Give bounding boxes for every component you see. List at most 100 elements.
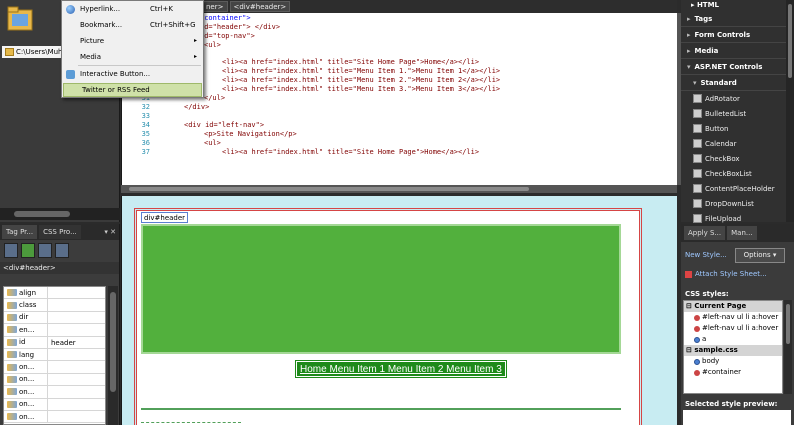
toolbox-item-bulletedlist[interactable]: BulletedList (681, 106, 794, 121)
stylesheet-icon (685, 270, 692, 278)
toolbox-category-media[interactable]: ▸ Media (681, 43, 794, 59)
style-item[interactable]: a (684, 334, 782, 345)
attribute-row[interactable]: on... (4, 386, 105, 399)
hyperlink-icon (66, 5, 75, 14)
breadcrumb-container[interactable]: ner> (202, 1, 228, 12)
attribute-icon (7, 351, 17, 359)
tab-css-properties[interactable]: CSS Pro... (39, 225, 81, 239)
code-line: <ul> (204, 41, 221, 49)
attribute-row[interactable]: on... (4, 410, 105, 424)
group-current-page[interactable]: ⊟ Current Page (684, 301, 782, 312)
attribute-row[interactable]: lang (4, 348, 105, 362)
divider (141, 408, 621, 410)
folder-icon[interactable] (6, 4, 34, 34)
styles-scrollbar[interactable] (784, 300, 792, 394)
checkboxlist-icon (693, 169, 702, 178)
element-selector-icon (694, 358, 700, 365)
attribute-icon (7, 326, 17, 334)
css-styles-label: CSS styles: (685, 290, 729, 298)
attribute-row[interactable]: class (4, 299, 105, 312)
selected-tag-label: <div#header> (0, 262, 119, 274)
style-item[interactable]: #container (684, 367, 782, 378)
attribute-scrollbar[interactable] (108, 286, 118, 425)
attribute-row[interactable]: id header (4, 336, 105, 349)
attribute-row[interactable]: align (4, 287, 105, 300)
toolbox-category-standard[interactable]: ▾ Standard (681, 75, 794, 91)
event-icon (7, 375, 17, 383)
menu-item-twitter-rss[interactable]: Twitter or RSS Feed (63, 83, 202, 97)
options-button[interactable]: Options ▾ (735, 248, 785, 263)
attribute-icon (7, 338, 17, 346)
style-preview-box (683, 410, 791, 425)
menu-item-media[interactable]: Media ▸ (62, 49, 203, 65)
toolbox-panel: ▸ HTML ▸ Tags ▸ Form Controls ▸ Media ▾ ASP.… (681, 0, 794, 223)
top-nav-links[interactable]: Home Menu Item 1 Menu Item 2 Menu Item 3 (295, 360, 507, 378)
styles-panel: Apply S... Man... New Style... Options ▾… (681, 224, 794, 425)
attribute-row[interactable]: on... (4, 373, 105, 387)
expression-web-window: C:\Users\Muha Tag Pr... CSS Pro... ▾ ✕ <… (0, 0, 794, 425)
style-item[interactable]: #left-nav ul li a:hover (684, 323, 782, 334)
calendar-icon (693, 139, 702, 148)
attribute-icon (7, 289, 17, 297)
design-view[interactable]: div#header Home Menu Item 1 Menu Item 2 … (121, 196, 677, 425)
toolbox-heading[interactable]: ▸ HTML (681, 0, 794, 11)
toolbox-category-tags[interactable]: ▸ Tags (681, 11, 794, 27)
show-set-properties-icon[interactable] (38, 243, 52, 258)
categorized-view-icon[interactable] (4, 243, 18, 258)
id-selector-icon (694, 314, 700, 321)
attribute-icon (7, 313, 17, 321)
code-line: id="header"> </div> (200, 23, 281, 31)
menu-item-bookmark[interactable]: Bookmark... Ctrl+Shift+G (62, 17, 203, 33)
attach-style-sheet-link[interactable]: Attach Style Sheet... (685, 270, 767, 278)
checkbox-icon (693, 154, 702, 163)
tab-tag-properties[interactable]: Tag Pr... (2, 225, 38, 239)
toolbox-item-contentplaceholder[interactable]: ContentPlaceHolder (681, 181, 794, 196)
button-icon (693, 124, 702, 133)
adrotator-icon (693, 94, 702, 103)
events-icon[interactable] (55, 243, 69, 258)
folder-small-icon (5, 48, 14, 56)
attribute-grid: align class dir en... id header lang on..… (3, 286, 106, 425)
breadcrumb-header[interactable]: <div#header> (229, 1, 291, 12)
menu-item-hyperlink[interactable]: Hyperlink... Ctrl+K (62, 1, 203, 17)
menu-item-interactive-button[interactable]: Interactive Button... (62, 66, 203, 82)
interactive-button-icon (66, 70, 75, 79)
attribute-icon (7, 301, 17, 309)
code-view[interactable]: "container"> id="header"> </div> id="top… (121, 13, 677, 185)
event-icon (7, 413, 17, 421)
submenu-arrow-icon: ▸ (193, 53, 197, 60)
toolbox-item-button[interactable]: Button (681, 121, 794, 136)
panel-close-icon[interactable]: ▾ ✕ (104, 228, 119, 236)
menu-item-picture[interactable]: Picture ▸ (62, 33, 203, 49)
code-line: <li><a href="index.html" title="Menu Ite… (222, 85, 501, 93)
attribute-row[interactable]: on... (4, 398, 105, 411)
toolbox-category-aspnet[interactable]: ▾ ASP.NET Controls (681, 59, 794, 75)
new-style-link[interactable]: New Style... (685, 251, 727, 259)
group-sample-css[interactable]: ⊟ sample.css (684, 345, 782, 356)
sort-alphabetical-icon[interactable] (21, 243, 35, 258)
tab-apply-styles[interactable]: Apply S... (684, 226, 726, 240)
toolbox-item-adrotator[interactable]: AdRotator (681, 91, 794, 106)
header-div[interactable] (141, 224, 621, 354)
toolbox-item-calendar[interactable]: Calendar (681, 136, 794, 151)
toolbox-item-checkbox[interactable]: CheckBox (681, 151, 794, 166)
quick-tag-selector: ner> <div#header> (200, 0, 677, 13)
code-horizontal-scrollbar[interactable] (121, 185, 677, 193)
toolbox-category-form-controls[interactable]: ▸ Form Controls (681, 27, 794, 43)
attribute-row[interactable]: dir (4, 311, 105, 325)
toolbox-item-dropdownlist[interactable]: DropDownList (681, 196, 794, 211)
toolbox-item-checkboxlist[interactable]: CheckBoxList (681, 166, 794, 181)
event-icon (7, 363, 17, 371)
css-styles-list: ⊟ Current Page #left-nav ul li a:hover #… (683, 300, 783, 394)
code-line: "container"> (200, 14, 251, 22)
selected-element-tag[interactable]: div#header (141, 212, 189, 223)
style-item[interactable]: #left-nav ul li a:hover (684, 312, 782, 323)
attribute-row[interactable]: en... (4, 324, 105, 337)
tab-manage-styles[interactable]: Man... (727, 226, 757, 240)
style-item[interactable]: body (684, 356, 782, 367)
toolbox-scrollbar[interactable] (786, 0, 794, 222)
attribute-row[interactable]: on... (4, 361, 105, 374)
code-line: id="top-nav"> (200, 32, 255, 40)
horizontal-scrollbar[interactable] (0, 208, 120, 220)
bulletedlist-icon (693, 109, 702, 118)
